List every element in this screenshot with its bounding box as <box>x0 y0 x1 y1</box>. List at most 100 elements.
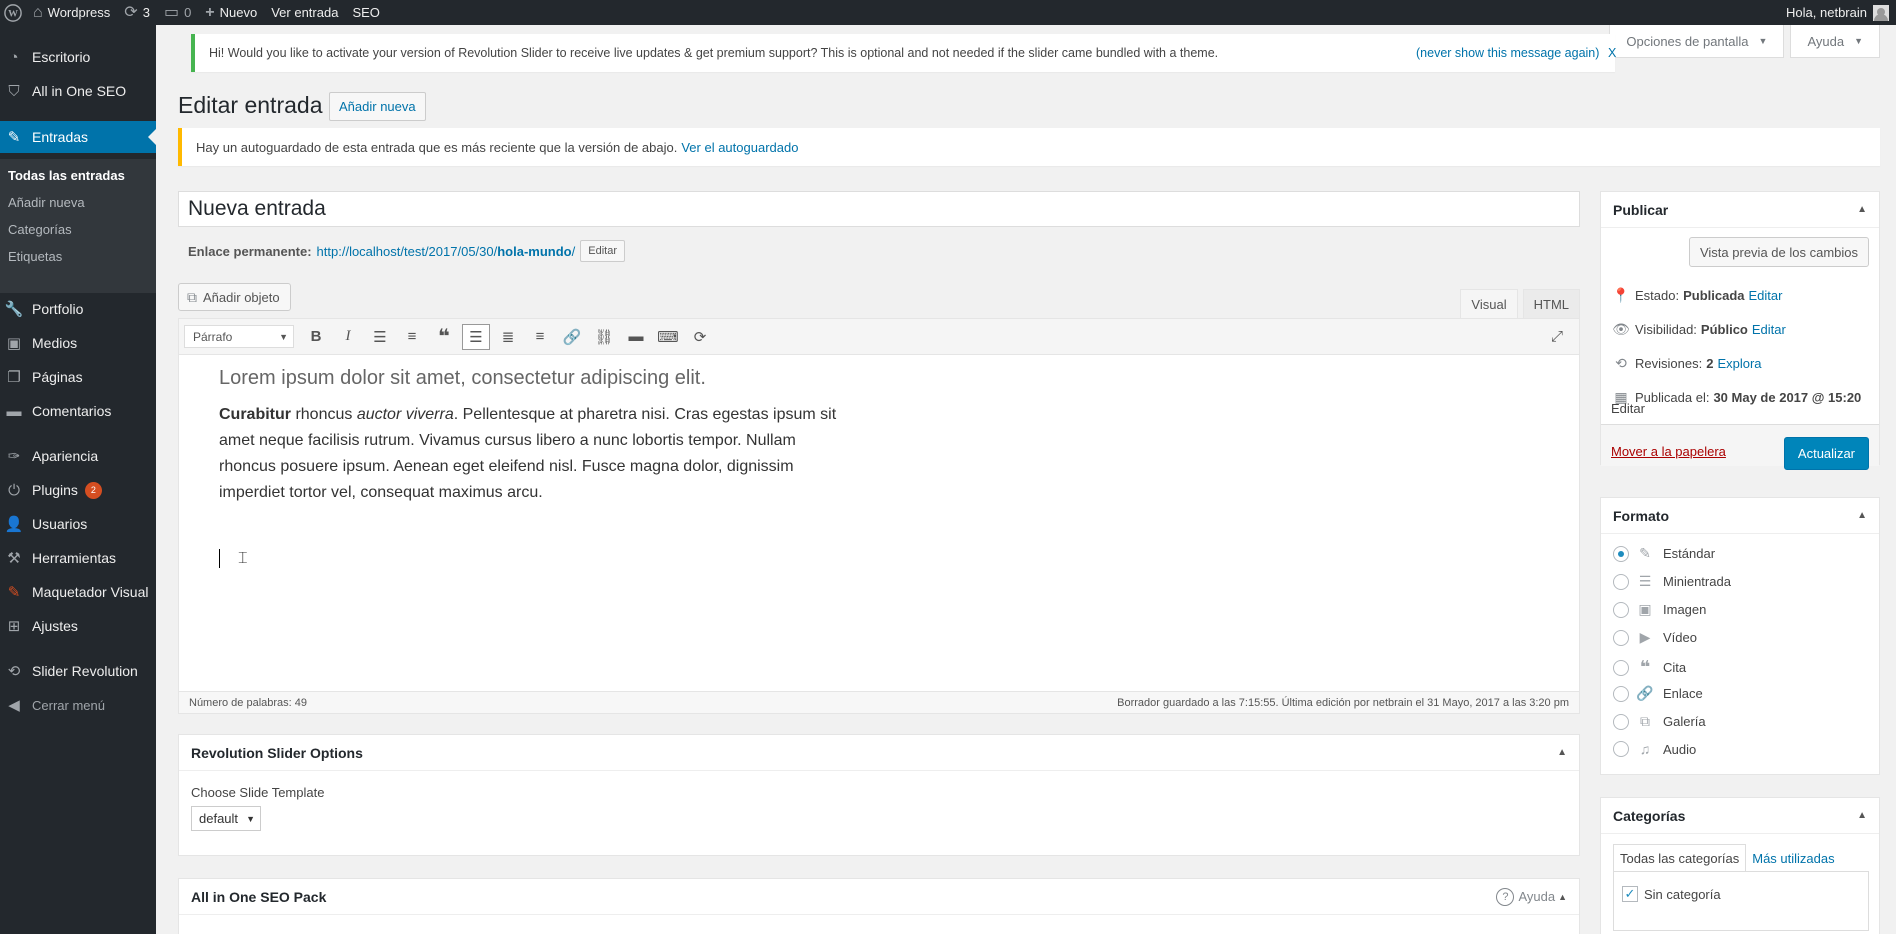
slide-template-select[interactable]: default ▼ <box>191 806 261 831</box>
collapse-arrow-icon[interactable]: ▲ <box>1857 810 1867 821</box>
admin-sidebar: ◔ Escritorio ⛉ All in One SEO ✎ Entradas To… <box>0 25 156 934</box>
sidebar-item-ajustes[interactable]: ⊞ Ajustes <box>0 610 156 642</box>
format-select[interactable]: Párrafo ▼ <box>184 325 294 348</box>
radio-button[interactable] <box>1613 713 1629 730</box>
radio-button[interactable] <box>1613 545 1629 562</box>
help-button[interactable]: Ayuda ▼ <box>1790 25 1880 58</box>
edit-visibility-link[interactable]: Editar <box>1752 322 1786 337</box>
keyboard-icon[interactable]: ⌨ <box>654 324 682 350</box>
italic-icon[interactable]: I <box>334 324 362 350</box>
comments-link[interactable]: ▭ 0 <box>157 0 198 25</box>
radio-button[interactable] <box>1613 659 1629 676</box>
sidebar-item-usuarios[interactable]: 👤 Usuarios <box>0 508 156 540</box>
sidebar-item-plugins[interactable]: ⏻ Plugins 2 <box>0 474 156 506</box>
collapse-arrow-icon[interactable]: ▲ <box>1857 510 1867 521</box>
format-option-gallery[interactable]: ⧉ Galería <box>1613 713 1706 730</box>
submenu-etiquetas[interactable]: Etiquetas <box>8 249 62 264</box>
radio-button[interactable] <box>1613 573 1629 590</box>
sidebar-item-comentarios[interactable]: ▬ Comentarios <box>0 395 156 427</box>
sidebar-item-escritorio[interactable]: ◔ Escritorio <box>0 41 156 73</box>
sidebar-item-medios[interactable]: ▣ Medios <box>0 327 156 359</box>
preview-changes-button[interactable]: Vista previa de los cambios <box>1688 237 1869 267</box>
radio-button[interactable] <box>1613 629 1629 646</box>
blockquote-icon[interactable]: ❝ <box>430 324 458 350</box>
sidebar-item-maquetador-visual[interactable]: ✎ Maquetador Visual <box>0 576 156 608</box>
browse-revisions-link[interactable]: Explora <box>1717 356 1761 371</box>
revslider-options-header[interactable]: Revolution Slider Options ▲ <box>179 735 1579 771</box>
sidebar-item-all-in-one-seo[interactable]: ⛉ All in One SEO <box>0 75 156 107</box>
unlink-icon[interactable]: ⛓ <box>590 324 618 350</box>
view-post-link[interactable]: Ver entrada <box>264 0 345 25</box>
align-right-icon[interactable]: ≡ <box>526 324 554 350</box>
format-option-image[interactable]: ▣ Imagen <box>1613 601 1706 618</box>
permalink-link[interactable]: http://localhost/test/2017/05/30/hola-mu… <box>317 244 576 259</box>
format-option-audio[interactable]: ♫ Audio <box>1613 741 1696 757</box>
tab-html[interactable]: HTML <box>1522 289 1580 319</box>
post-title-input[interactable]: Nueva entrada <box>178 191 1580 227</box>
seo-pack-header[interactable]: All in One SEO Pack? Ayuda ▲ <box>179 879 1579 915</box>
refresh-icon[interactable]: ⟳ <box>686 324 714 350</box>
radio-button[interactable] <box>1613 741 1629 757</box>
users-icon: 👤 <box>4 516 24 533</box>
format-option-video[interactable]: ▶ Vídeo <box>1613 629 1697 646</box>
seo-help-link[interactable]: ? Ayuda ▲ <box>1496 887 1567 906</box>
close-notice-icon[interactable]: X <box>1608 46 1616 60</box>
move-to-trash-link[interactable]: Mover a la papelera <box>1611 444 1726 459</box>
sidebar-item-apariencia[interactable]: ✑ Apariencia <box>0 440 156 472</box>
publish-box: Publicar ▲ Vista previa de los cambios 📍 E… <box>1600 191 1880 470</box>
align-center-icon[interactable]: ≣ <box>494 324 522 350</box>
fullscreen-icon[interactable]: ⤢ <box>1543 324 1571 350</box>
bullet-list-icon[interactable]: ☰ <box>366 324 394 350</box>
edit-status-link[interactable]: Editar <box>1749 288 1783 303</box>
submenu-anadir-nueva[interactable]: Añadir nueva <box>8 195 85 210</box>
category-item[interactable]: ✓ Sin categoría <box>1622 886 1721 902</box>
sidebar-item-slider-revolution[interactable]: ⟲ Slider Revolution <box>0 655 156 687</box>
video-icon: ▶ <box>1639 629 1651 645</box>
edit-permalink-button[interactable]: Editar <box>580 240 625 262</box>
tab-all-categories[interactable]: Todas las categorías <box>1613 844 1747 872</box>
align-left-icon[interactable]: ☰ <box>462 323 490 350</box>
dashboard-icon: ◔ <box>9 48 19 66</box>
sidebar-item-portfolio[interactable]: 🔧 Portfolio <box>0 293 156 325</box>
bold-icon[interactable]: B <box>302 324 330 350</box>
tab-most-used[interactable]: Más utilizadas <box>1746 844 1840 872</box>
new-content-link[interactable]: + Nuevo <box>198 0 264 25</box>
format-option-aside[interactable]: ☰ Minientrada <box>1613 573 1731 590</box>
submenu-todas-las-entradas[interactable]: Todas las entradas <box>8 168 125 183</box>
format-option-quote[interactable]: ❝ Cita <box>1613 657 1686 678</box>
format-header[interactable]: Formato ▲ <box>1601 498 1879 534</box>
add-media-button[interactable]: ⧉ Añadir objeto <box>178 283 291 311</box>
categories-header[interactable]: Categorías ▲ <box>1601 798 1879 834</box>
link-icon[interactable]: 🔗 <box>558 324 586 350</box>
numbered-list-icon[interactable]: ≡ <box>398 324 426 350</box>
checkbox-checked-icon[interactable]: ✓ <box>1622 886 1638 902</box>
sidebar-item-herramientas[interactable]: ⚒ Herramientas <box>0 542 156 574</box>
sidebar-item-entradas[interactable]: ✎ Entradas <box>0 121 156 153</box>
update-button[interactable]: Actualizar <box>1783 437 1869 470</box>
updates-link[interactable]: ⟳ 3 <box>117 0 157 25</box>
view-autosave-link[interactable]: Ver el autoguardado <box>681 140 798 155</box>
site-name-link[interactable]: ⌂ Wordpress <box>26 0 117 25</box>
seo-link[interactable]: SEO <box>345 0 386 25</box>
collapse-arrow-icon[interactable]: ▲ <box>1557 747 1567 758</box>
read-more-icon[interactable]: ▬ <box>622 324 650 350</box>
tab-visual[interactable]: Visual <box>1460 289 1518 319</box>
wordpress-logo-icon[interactable]: W <box>0 0 26 25</box>
radio-button[interactable] <box>1613 685 1629 702</box>
aside-icon: ☰ <box>1638 573 1652 589</box>
radio-button[interactable] <box>1613 601 1629 618</box>
format-option-link[interactable]: 🔗 Enlace <box>1613 685 1703 702</box>
sidebar-item-paginas[interactable]: ❐ Páginas <box>0 361 156 393</box>
never-show-link[interactable]: (never show this message again) <box>1416 46 1599 60</box>
publish-header[interactable]: Publicar ▲ <box>1601 192 1879 228</box>
avatar <box>1873 4 1889 21</box>
editor-content[interactable]: Lorem ipsum dolor sit amet, consectetur … <box>219 367 839 506</box>
my-account-link[interactable]: Hola, netbrain <box>1779 0 1896 25</box>
collapse-arrow-icon[interactable]: ▲ <box>1857 204 1867 215</box>
sidebar-collapse-menu[interactable]: ◀ Cerrar menú <box>0 689 156 721</box>
screen-options-button[interactable]: Opciones de pantalla ▼ <box>1609 25 1785 58</box>
add-new-button[interactable]: Añadir nueva <box>329 92 426 121</box>
submenu-categorias[interactable]: Categorías <box>8 222 72 237</box>
format-option-standard[interactable]: ✎ Estándar <box>1613 545 1715 562</box>
edit-date-link[interactable]: Editar <box>1611 401 1645 416</box>
